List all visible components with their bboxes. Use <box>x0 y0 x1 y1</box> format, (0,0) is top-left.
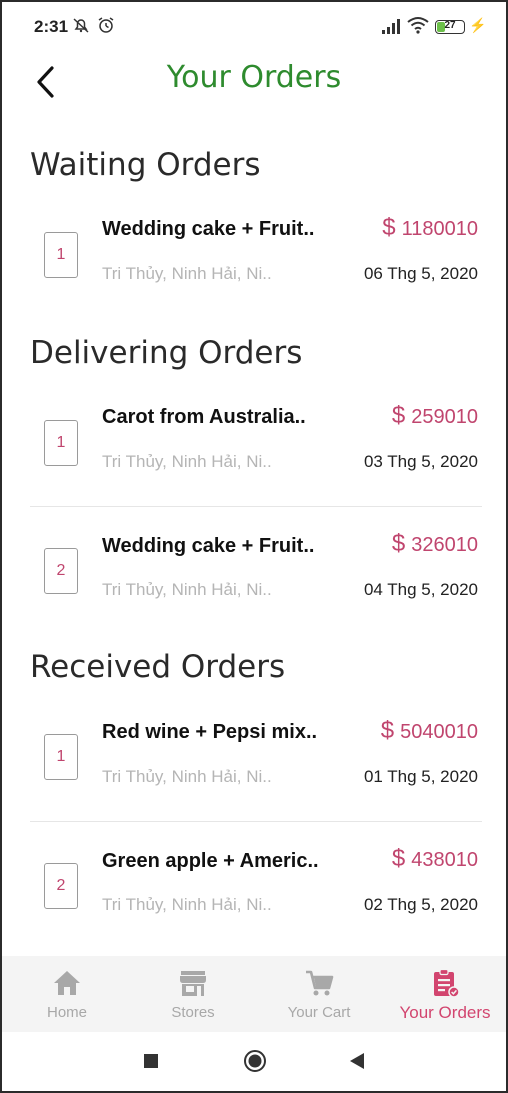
recents-button[interactable] <box>143 1053 159 1074</box>
back-system-button[interactable] <box>348 1052 366 1075</box>
notifications-off-icon <box>72 16 90 40</box>
order-price-value: 326010 <box>411 534 478 556</box>
charging-icon: ⚡ <box>469 17 487 33</box>
wifi-icon <box>407 17 429 34</box>
order-address: Tri Thủy, Ninh Hải, Ni.. <box>102 895 272 914</box>
order-address: Tri Thủy, Ninh Hải, Ni.. <box>102 767 272 786</box>
cart-icon <box>306 970 334 996</box>
order-item[interactable]: 1 Wedding cake + Fruit.. $1180010 Tri Th… <box>30 192 482 320</box>
order-price-value: 259010 <box>411 406 478 428</box>
page-title: Your Orders <box>166 60 342 95</box>
order-name: Wedding cake + Fruit.. <box>102 218 315 240</box>
order-price: $438010 <box>392 845 478 873</box>
order-price: $5040010 <box>381 717 478 745</box>
home-circle-icon <box>244 1050 266 1072</box>
order-date: 01 Thg 5, 2020 <box>363 767 478 786</box>
battery-icon: 27 <box>435 20 465 34</box>
alarm-icon <box>97 16 115 40</box>
nav-label-orders: Your Orders <box>399 1003 491 1022</box>
signal-icon <box>382 19 400 34</box>
back-triangle-icon <box>350 1053 364 1069</box>
nav-label-home: Home <box>46 1004 87 1021</box>
status-bar: 2:31 27 ⚡ <box>2 2 506 52</box>
order-name: Wedding cake + Fruit.. <box>102 535 315 557</box>
section-title-delivering: Delivering Orders <box>30 335 303 371</box>
order-date: 03 Thg 5, 2020 <box>363 452 478 471</box>
nav-orders[interactable]: Your Orders <box>382 956 506 1032</box>
currency-symbol: $ <box>391 402 406 429</box>
order-index-badge: 2 <box>44 863 78 909</box>
app-header: Your Orders <box>2 52 506 108</box>
home-system-button[interactable] <box>243 1049 267 1078</box>
order-index-badge: 1 <box>44 232 78 278</box>
order-date: 04 Thg 5, 2020 <box>363 580 478 599</box>
order-price: $1180010 <box>382 214 478 242</box>
home-icon <box>54 971 80 995</box>
order-item[interactable]: 2 Green apple + Americ.. $438010 Tri Thủ… <box>30 822 482 950</box>
store-icon <box>180 971 206 996</box>
currency-symbol: $ <box>380 717 395 744</box>
nav-label-cart: Your Cart <box>287 1004 351 1021</box>
order-item[interactable]: 2 Wedding cake + Fruit.. $326010 Tri Thủ… <box>30 507 482 635</box>
order-price: $326010 <box>392 530 478 558</box>
recents-square-icon <box>144 1054 158 1068</box>
nav-label-stores: Stores <box>171 1004 215 1021</box>
section-title-waiting: Waiting Orders <box>30 147 261 183</box>
order-name: Red wine + Pepsi mix.. <box>102 721 318 743</box>
section-title-received: Received Orders <box>30 649 286 685</box>
orders-clipboard-icon <box>434 968 460 998</box>
order-address: Tri Thủy, Ninh Hải, Ni.. <box>102 452 272 471</box>
order-address: Tri Thủy, Ninh Hải, Ni.. <box>102 580 272 599</box>
order-item[interactable]: 1 Carot from Australia.. $259010 Tri Thủ… <box>30 379 482 507</box>
order-date: 06 Thg 5, 2020 <box>363 264 478 283</box>
order-item[interactable]: 1 Red wine + Pepsi mix.. $5040010 Tri Th… <box>30 694 482 822</box>
order-index-badge: 1 <box>44 734 78 780</box>
order-price-value: 1180010 <box>401 218 478 240</box>
app-screen: 2:31 27 ⚡ Your Orders Waiting Orders 1 W… <box>0 0 508 1093</box>
order-index-badge: 1 <box>44 420 78 466</box>
nav-cart[interactable]: Your Cart <box>256 956 382 1032</box>
order-price: $259010 <box>392 402 478 430</box>
currency-symbol: $ <box>391 845 406 872</box>
status-time: 2:31 <box>34 17 69 36</box>
order-date: 02 Thg 5, 2020 <box>363 895 478 914</box>
system-navigation-bar <box>2 1032 506 1091</box>
bottom-navigation: Home Stores Your Cart Your Orders <box>2 956 506 1032</box>
order-name: Green apple + Americ.. <box>102 850 319 872</box>
order-name: Carot from Australia.. <box>102 406 306 428</box>
order-index-badge: 2 <box>44 548 78 594</box>
currency-symbol: $ <box>382 214 396 241</box>
nav-home[interactable]: Home <box>4 956 130 1032</box>
order-address: Tri Thủy, Ninh Hải, Ni.. <box>102 264 272 283</box>
nav-stores[interactable]: Stores <box>130 956 256 1032</box>
currency-symbol: $ <box>391 530 406 557</box>
battery-level: 27 <box>444 20 456 31</box>
order-price-value: 438010 <box>411 849 478 871</box>
order-price-value: 5040010 <box>400 721 478 743</box>
